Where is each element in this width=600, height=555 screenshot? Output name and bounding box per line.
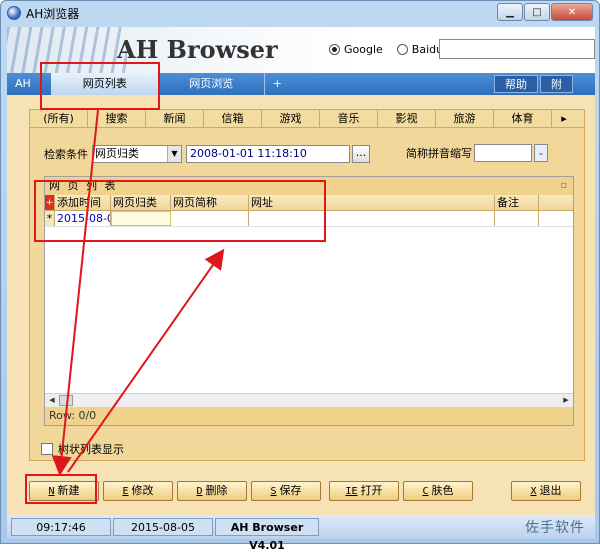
status-version: AH Browser V4.01	[215, 518, 319, 552]
scroll-right-icon[interactable]: ▶	[559, 394, 573, 407]
category-all[interactable]: (所有)	[30, 110, 88, 127]
filter-label: 检索条件	[44, 148, 88, 161]
category-bar: (所有) 搜索 新闻 信箱 游戏 音乐 影视 旅游 体育 ▸	[30, 110, 584, 128]
row-count: Row: 0/0	[45, 407, 573, 425]
engine-google-label: Google	[344, 43, 383, 56]
pinyin-input[interactable]	[474, 144, 532, 162]
filter-field-value: 网页归类	[95, 147, 139, 160]
scroll-left-icon[interactable]: ◀	[45, 394, 59, 407]
pin-icon[interactable]: ▫	[560, 177, 567, 195]
close-button[interactable]: ✕	[551, 3, 593, 21]
open-button[interactable]: IE 打开	[329, 481, 399, 501]
status-date: 2015-08-05	[113, 518, 213, 536]
category-video[interactable]: 影视	[378, 110, 436, 127]
window-title: AH浏览器	[26, 6, 80, 21]
tab-add[interactable]: +	[265, 73, 290, 95]
category-more-icon[interactable]: ▸	[552, 110, 576, 127]
brand-title: AH Browser	[117, 35, 278, 64]
scroll-thumb[interactable]	[59, 395, 73, 406]
search-input[interactable]	[439, 39, 595, 59]
radio-unselected-icon	[396, 44, 408, 55]
tab-ah[interactable]: AH	[7, 73, 39, 95]
category-news[interactable]: 新闻	[146, 110, 204, 127]
tree-view-checkbox[interactable]	[41, 443, 53, 455]
action-button-bar: N 新建 E 修改 D 删除 S 保存 IE 打开 C 肤色 X 退出	[25, 481, 585, 505]
exit-button[interactable]: X 退出	[511, 481, 581, 501]
skin-button[interactable]: C 肤色	[403, 481, 473, 501]
app-globe-icon	[7, 6, 21, 20]
tab-web-browse[interactable]: 网页浏览	[159, 73, 265, 95]
annotation-box-grid	[34, 180, 326, 242]
watermark-text: 佐手软件	[525, 520, 585, 536]
browse-button[interactable]: ...	[352, 145, 370, 163]
save-button[interactable]: S 保存	[251, 481, 321, 501]
pinyin-filter: 简称拼音缩写 ⌄	[406, 144, 548, 162]
engine-baidu-radio[interactable]: Baidu	[396, 43, 443, 56]
filter-field-select[interactable]: 网页归类 ▼	[92, 145, 182, 163]
minimize-button[interactable]: ▁	[497, 3, 523, 21]
col-note[interactable]: 备注	[495, 195, 539, 210]
double-chevron-down-icon[interactable]: ⌄	[534, 144, 548, 162]
maximize-button[interactable]: □	[524, 3, 550, 21]
list-panel: (所有) 搜索 新闻 信箱 游戏 音乐 影视 旅游 体育 ▸ 检索条件 网页归类…	[29, 109, 585, 461]
status-time: 09:17:46	[11, 518, 111, 536]
radio-selected-icon	[329, 44, 340, 55]
dropdown-arrow-icon[interactable]: ▼	[167, 146, 181, 162]
tree-view-label: 树状列表显示	[58, 443, 124, 456]
help-button[interactable]: 帮助	[494, 75, 538, 93]
engine-google-radio[interactable]: Google	[329, 43, 383, 56]
filter-row: 检索条件 网页归类 ▼ 2008-01-01 11:18:10 ...	[44, 144, 370, 164]
attach-button[interactable]: 附	[540, 75, 573, 93]
edit-button[interactable]: E 修改	[103, 481, 173, 501]
annotation-box-new	[25, 474, 97, 504]
main-content: (所有) 搜索 新闻 信箱 游戏 音乐 影视 旅游 体育 ▸ 检索条件 网页归类…	[7, 95, 595, 515]
delete-button[interactable]: D 删除	[177, 481, 247, 501]
category-travel[interactable]: 旅游	[436, 110, 494, 127]
datetime-field[interactable]: 2008-01-01 11:18:10	[186, 145, 350, 163]
category-search[interactable]: 搜索	[88, 110, 146, 127]
status-bar: 09:17:46 2015-08-05 AH Browser V4.01 佐手软…	[7, 515, 595, 552]
title-bar: AH浏览器 ▁ □ ✕	[1, 1, 599, 25]
pinyin-label: 简称拼音缩写	[406, 147, 472, 160]
category-music[interactable]: 音乐	[320, 110, 378, 127]
category-sports[interactable]: 体育	[494, 110, 552, 127]
tree-view-option[interactable]: 树状列表显示	[41, 441, 124, 457]
category-mail[interactable]: 信箱	[204, 110, 262, 127]
category-games[interactable]: 游戏	[262, 110, 320, 127]
horizontal-scrollbar[interactable]: ◀ ▶	[45, 393, 573, 407]
annotation-box-tab	[40, 62, 160, 110]
cell-note[interactable]	[495, 211, 539, 226]
